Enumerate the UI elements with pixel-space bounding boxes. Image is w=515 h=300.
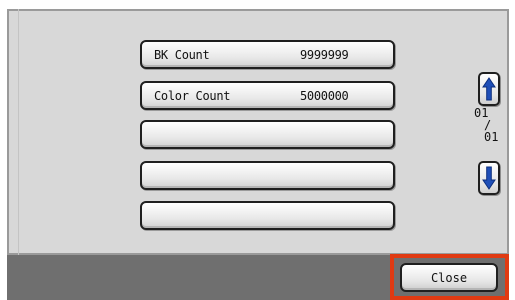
scroll-down-button[interactable] bbox=[478, 161, 500, 195]
counter-button-empty-2[interactable] bbox=[140, 161, 395, 190]
arrow-down-icon bbox=[482, 166, 496, 190]
scroll-up-button[interactable] bbox=[478, 72, 500, 106]
counter-value: 5000000 bbox=[300, 89, 349, 103]
panel-divider bbox=[18, 9, 19, 255]
page-indicator: 01 / 01 bbox=[474, 107, 504, 155]
arrow-up-icon bbox=[482, 77, 496, 101]
close-button[interactable]: Close bbox=[400, 263, 498, 292]
counter-button-color[interactable]: Color Count 5000000 bbox=[140, 81, 395, 110]
counter-label: Color Count bbox=[154, 89, 231, 103]
counter-value: 9999999 bbox=[300, 48, 349, 62]
counter-label: BK Count bbox=[154, 48, 210, 62]
page-total: 01 bbox=[484, 130, 499, 144]
counter-button-empty-3[interactable] bbox=[140, 201, 395, 230]
counter-button-empty-1[interactable] bbox=[140, 120, 395, 149]
counter-button-bk[interactable]: BK Count 9999999 bbox=[140, 40, 395, 69]
